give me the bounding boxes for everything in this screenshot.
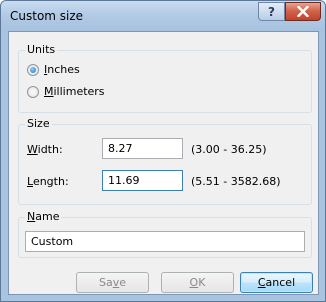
inches-radio[interactable] <box>27 63 39 76</box>
dialog-body: Units Inches Millimeters Size Width: (3.… <box>8 31 319 295</box>
ok-button-label: OK <box>189 276 206 289</box>
inches-radio-option[interactable]: Inches <box>27 63 80 76</box>
inches-label: Inches <box>44 63 80 76</box>
title-bar[interactable]: Custom size ? <box>1 1 325 31</box>
name-input[interactable] <box>25 231 305 252</box>
name-group-label: Name <box>25 210 62 223</box>
ok-button[interactable]: OK <box>161 272 234 293</box>
save-button[interactable]: Save <box>76 272 149 293</box>
cancel-button[interactable]: Cancel <box>240 272 313 293</box>
save-button-label: Save <box>98 276 127 289</box>
cancel-button-label: Cancel <box>257 276 296 289</box>
custom-size-dialog: Custom size ? Units Inches Millimeters S… <box>0 0 326 302</box>
length-input[interactable] <box>102 170 183 191</box>
width-range: (3.00 - 36.25) <box>191 143 267 156</box>
size-group-label: Size <box>25 117 52 130</box>
millimeters-label: Millimeters <box>44 85 105 98</box>
length-range: (5.51 - 3582.68) <box>191 175 281 188</box>
help-button[interactable]: ? <box>258 2 285 21</box>
width-input[interactable] <box>102 138 183 159</box>
units-group-label: Units <box>25 43 58 56</box>
millimeters-radio-option[interactable]: Millimeters <box>27 85 105 98</box>
window-title: Custom size <box>10 9 84 23</box>
width-label: Width: <box>27 143 63 156</box>
length-label: Length: <box>27 175 69 188</box>
millimeters-radio[interactable] <box>27 85 39 98</box>
size-group: Size Width: (3.00 - 36.25) Length: (5.51… <box>18 117 312 205</box>
units-group: Units Inches Millimeters <box>18 43 312 113</box>
close-button[interactable] <box>285 2 321 21</box>
close-icon <box>297 6 309 17</box>
name-group: Name <box>18 210 312 258</box>
help-icon: ? <box>268 4 275 19</box>
